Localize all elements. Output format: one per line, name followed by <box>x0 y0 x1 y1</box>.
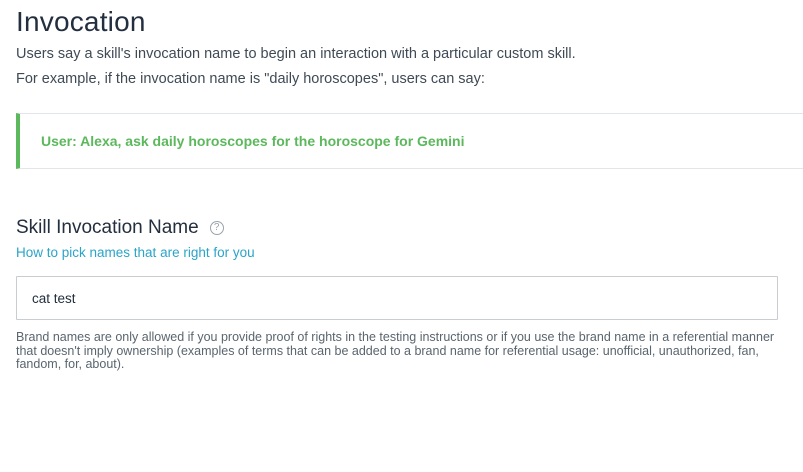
how-to-pick-names-link[interactable]: How to pick names that are right for you <box>16 245 255 260</box>
skill-invocation-name-input[interactable] <box>16 276 778 320</box>
example-utterance-box: User: Alexa, ask daily horoscopes for th… <box>16 113 803 169</box>
skill-invocation-heading: Skill Invocation Name ? <box>16 217 224 239</box>
brand-names-note: Brand names are only allowed if you prov… <box>16 330 775 371</box>
page-title: Invocation <box>16 6 146 37</box>
intro-example-lead: For example, if the invocation name is "… <box>16 71 485 87</box>
invocation-page: Invocation Users say a skill's invocatio… <box>0 0 803 472</box>
question-mark-icon[interactable]: ? <box>209 221 224 235</box>
example-utterance: User: Alexa, ask daily horoscopes for th… <box>41 133 465 149</box>
intro-description: Users say a skill's invocation name to b… <box>16 46 576 62</box>
skill-invocation-heading-text: Skill Invocation Name <box>16 217 199 238</box>
